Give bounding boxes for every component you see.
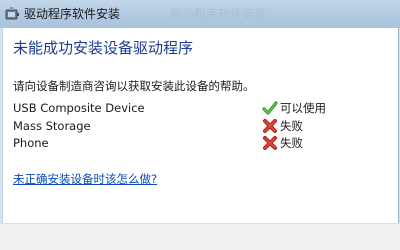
device-installer-icon xyxy=(4,6,20,22)
device-name: Phone xyxy=(13,136,49,150)
device-name: Mass Storage xyxy=(13,119,91,133)
dialog-content: 未能成功安装设备驱动程序 请向设备制造商咨询以获取安装此设备的帮助。 USB C… xyxy=(2,28,399,223)
page-title: 未能成功安装设备驱动程序 xyxy=(13,39,194,57)
error-x-icon xyxy=(262,118,278,134)
window-title: 驱动程序软件安装 xyxy=(24,7,121,21)
title-bar[interactable]: 驱动程序软件安装 驱动程序软件安装 xyxy=(0,0,400,28)
device-row: Mass Storage 失败 xyxy=(3,118,398,135)
error-x-icon xyxy=(262,135,278,151)
help-link[interactable]: 未正确安装设备时该怎么做? xyxy=(13,172,157,186)
device-name: USB Composite Device xyxy=(13,101,145,115)
device-status: 失败 xyxy=(280,119,303,133)
description-text: 请向设备制造商咨询以获取安装此设备的帮助。 xyxy=(13,79,255,93)
checkmark-icon xyxy=(262,100,278,116)
device-status: 可以使用 xyxy=(280,101,326,115)
window-title-reflection: 驱动程序软件安装 xyxy=(170,7,267,21)
device-row: USB Composite Device 可以使用 xyxy=(3,100,398,117)
driver-install-dialog: 驱动程序软件安装 驱动程序软件安装 未能成功安装设备驱动程序 请向设备制造商咨询… xyxy=(0,0,400,250)
dialog-footer xyxy=(0,223,400,250)
device-status: 失败 xyxy=(280,136,303,150)
device-row: Phone 失败 xyxy=(3,135,398,152)
